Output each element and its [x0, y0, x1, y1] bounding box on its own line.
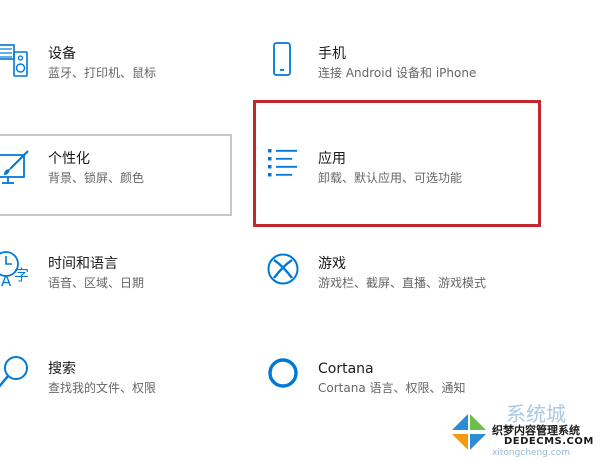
tile-phone-title: 手机 [318, 46, 346, 62]
tile-search-desc: 查找我的文件、权限 [48, 381, 157, 395]
tile-search-title: 搜索 [48, 361, 76, 377]
tile-time-language-title: 时间和语言 [48, 256, 118, 272]
tile-cortana[interactable]: Cortana Cortana 语言、权限、通知 [262, 350, 562, 410]
tile-gaming-title: 游戏 [318, 256, 346, 272]
svg-text:字: 字 [14, 266, 29, 284]
tile-cortana-desc: Cortana 语言、权限、通知 [318, 381, 466, 395]
tile-apps-desc: 卸载、默认应用、可选功能 [318, 171, 463, 185]
tile-devices[interactable]: 设备 蓝牙、打印机、鼠标 [0, 30, 240, 90]
tile-personalization-desc: 背景、锁屏、颜色 [48, 171, 145, 185]
time-language-icon: A 字 [0, 251, 29, 290]
tile-gaming-desc: 游戏栏、截屏、直播、游戏模式 [318, 276, 487, 290]
watermark-url: xitongcheng.com [492, 448, 570, 458]
keyboard-speaker-icon [0, 44, 28, 77]
app-list-icon [268, 149, 297, 177]
cortana-ring-icon [268, 358, 298, 388]
tile-time-language[interactable]: A 字 时间和语言 语音、区域、日期 [0, 242, 240, 302]
tile-devices-title: 设备 [48, 46, 76, 62]
paint-brush-monitor-icon [0, 150, 29, 184]
tile-phone-desc: 连接 Android 设备和 iPhone [318, 66, 477, 80]
watermark-logo-icon [448, 412, 488, 452]
tile-phone[interactable]: 手机 连接 Android 设备和 iPhone [262, 30, 562, 90]
tile-devices-desc: 蓝牙、打印机、鼠标 [48, 66, 157, 80]
tile-personalization[interactable]: 个性化 背景、锁屏、颜色 [0, 135, 232, 215]
phone-icon [273, 42, 291, 76]
tile-time-language-desc: 语音、区域、日期 [48, 276, 145, 290]
tile-apps-title: 应用 [318, 151, 346, 167]
watermark-line1: 织梦内容管理系统 [492, 424, 580, 437]
xbox-icon [267, 253, 299, 285]
tile-gaming[interactable]: 游戏 游戏栏、截屏、直播、游戏模式 [262, 242, 562, 302]
tile-cortana-title: Cortana [318, 361, 374, 377]
tile-search[interactable]: 搜索 查找我的文件、权限 [0, 350, 240, 410]
tile-apps[interactable]: 应用 卸载、默认应用、可选功能 [262, 135, 537, 215]
svg-text:A: A [1, 272, 12, 290]
search-icon [0, 356, 28, 388]
watermark-line2: DEDECMS.COM [504, 436, 594, 447]
tile-personalization-title: 个性化 [48, 151, 90, 167]
